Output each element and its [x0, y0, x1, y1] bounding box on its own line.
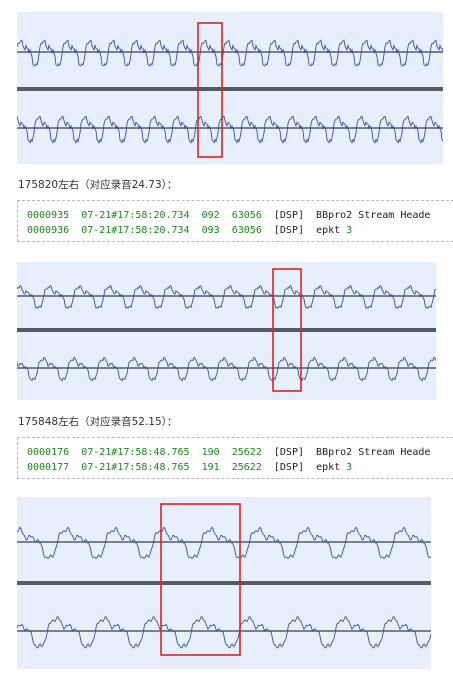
channel-1-waveform: [17, 285, 436, 309]
waveform-3-svg: [17, 503, 431, 656]
waveform-screenshot-1: [17, 12, 443, 164]
waveform-screenshot-2: [17, 262, 436, 400]
log-line: 0000176 07-21#17:58:48.765 190 25622 [DS…: [27, 447, 431, 458]
waveform-screenshot-3: [17, 497, 431, 669]
log-line: 0000177 07-21#17:58:48.765 191 25622 [DS…: [27, 462, 353, 473]
log-code-block: 0000176 07-21#17:58:48.765 190 25622 [DS…: [17, 437, 453, 479]
channel-2-waveform: [17, 115, 443, 144]
section-caption: 175848左右（对应录音52.15）：: [18, 416, 178, 428]
log-line: 0000936 07-21#17:58:20.734 093 63056 [DS…: [27, 225, 353, 236]
log-line: 0000935 07-21#17:58:20.734 092 63056 [DS…: [27, 210, 431, 221]
channel-2-waveform: [17, 616, 431, 649]
waveform-2-svg: [17, 268, 436, 392]
log-code-block: 0000935 07-21#17:58:20.734 092 63056 [DS…: [17, 200, 453, 242]
highlight-box: [160, 503, 241, 656]
channel-2-waveform: [17, 356, 436, 382]
channel-divider: [17, 581, 431, 585]
channel-divider: [17, 328, 436, 332]
waveform-1-svg: [17, 22, 443, 158]
channel-divider: [17, 87, 443, 91]
section-caption: 175820左右（对应录音24.73）：: [18, 179, 178, 191]
channel-1-waveform: [17, 526, 431, 559]
channel-1-waveform: [17, 39, 443, 67]
